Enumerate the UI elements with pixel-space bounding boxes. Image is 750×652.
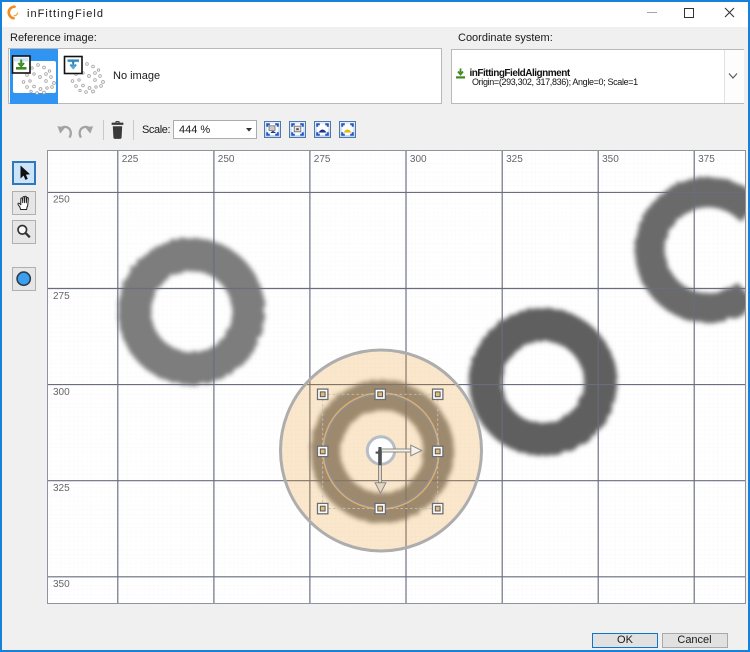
- svg-text:325: 325: [53, 483, 70, 494]
- svg-text:275: 275: [53, 291, 70, 302]
- svg-text:300: 300: [410, 154, 427, 165]
- svg-text:300: 300: [53, 387, 70, 398]
- svg-text:275: 275: [314, 154, 331, 165]
- svg-text:350: 350: [53, 579, 70, 590]
- svg-text:375: 375: [698, 154, 715, 165]
- svg-text:225: 225: [122, 154, 139, 165]
- svg-text:250: 250: [218, 154, 235, 165]
- svg-text:325: 325: [506, 154, 523, 165]
- svg-text:250: 250: [53, 195, 70, 206]
- svg-text:350: 350: [602, 154, 619, 165]
